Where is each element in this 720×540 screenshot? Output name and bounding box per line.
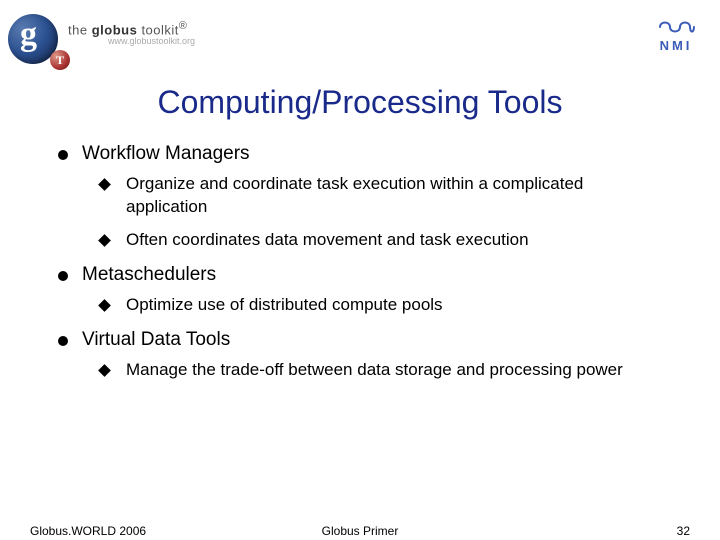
slide-content: Workflow Managers Organize and coordinat… xyxy=(0,143,720,382)
bullet-virtual-data: Virtual Data Tools Manage the trade-off … xyxy=(56,329,664,382)
footer-page-number: 32 xyxy=(677,524,690,538)
bullet-workflow-managers: Workflow Managers Organize and coordinat… xyxy=(56,143,664,252)
footer-center: Globus Primer xyxy=(322,524,399,538)
toolkit-url: www.globustoolkit.org xyxy=(108,36,195,46)
nmi-label: NMI xyxy=(656,38,696,53)
globus-logo: T the globus toolkit® www.globustoolkit.… xyxy=(8,6,238,66)
registered-mark: ® xyxy=(179,20,187,32)
bullet-text: Virtual Data Tools xyxy=(82,329,230,350)
bullet-metaschedulers: Metaschedulers Optimize use of distribut… xyxy=(56,264,664,317)
subbullet-organize: Organize and coordinate task execution w… xyxy=(96,173,664,219)
subbullet-optimize: Optimize use of distributed compute pool… xyxy=(96,294,664,317)
slide-header: T the globus toolkit® www.globustoolkit.… xyxy=(0,0,720,70)
slide-title: Computing/Processing Tools xyxy=(0,84,720,121)
toolkit-word-the: the xyxy=(68,22,88,37)
footer-left: Globus.WORLD 2006 xyxy=(30,524,146,538)
globus-t-icon: T xyxy=(50,50,70,70)
nmi-logo: NMI xyxy=(656,18,696,53)
nmi-swirl-icon xyxy=(656,18,696,36)
bullet-text: Workflow Managers xyxy=(82,143,250,164)
toolkit-text: the globus toolkit® xyxy=(68,20,187,37)
subbullet-manage: Manage the trade-off between data storag… xyxy=(96,359,664,382)
bullet-text: Metaschedulers xyxy=(82,264,216,285)
subbullet-coordinates: Often coordinates data movement and task… xyxy=(96,229,664,252)
